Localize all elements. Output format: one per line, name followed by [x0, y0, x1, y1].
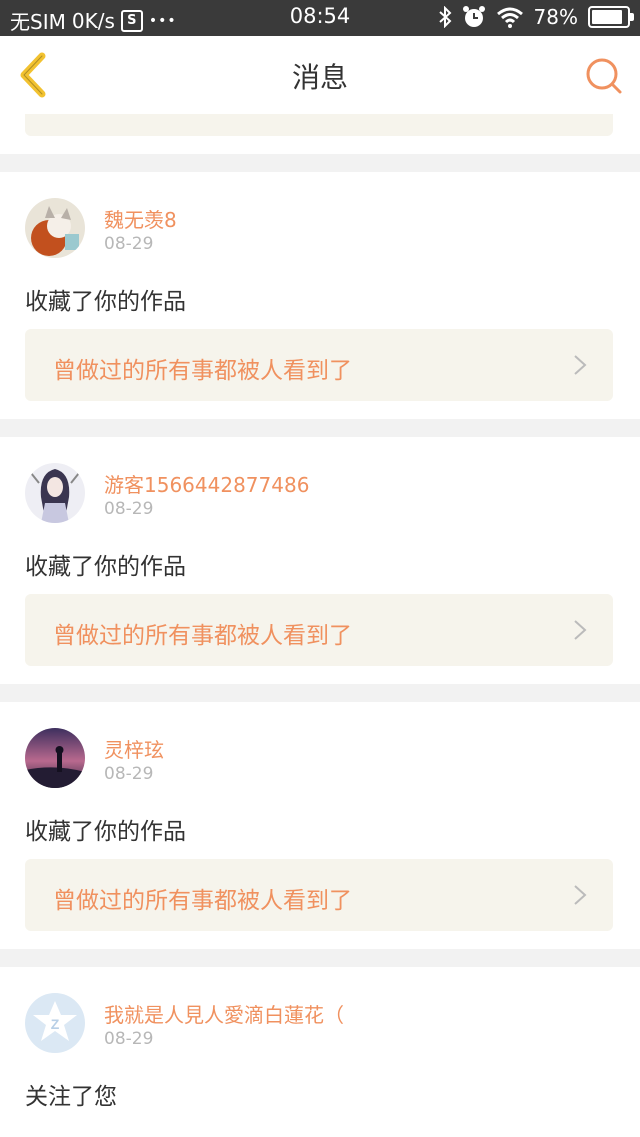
alarm-icon: [462, 6, 485, 27]
chevron-right-icon: [574, 885, 587, 905]
avatar[interactable]: [25, 198, 85, 258]
message-card[interactable]: 魏无羡8 08-29 收藏了你的作品 曾做过的所有事都被人看到了: [0, 172, 640, 419]
message-date: 08-29: [104, 234, 154, 254]
message-date: 08-29: [104, 1029, 154, 1049]
nav-bar: 消息: [0, 36, 640, 115]
work-title: 曾做过的所有事都被人看到了: [53, 358, 352, 384]
status-right: 78%: [438, 5, 634, 29]
avatar[interactable]: [25, 463, 85, 523]
work-title: 曾做过的所有事都被人看到了: [53, 888, 352, 914]
default-avatar[interactable]: Z: [25, 993, 85, 1053]
action-text: 关注了您: [25, 1084, 117, 1110]
work-link[interactable]: 曾做过的所有事都被人看到了: [25, 594, 613, 666]
username[interactable]: 灵梓玹: [104, 734, 164, 763]
message-card[interactable]: Z 我就是人見人愛滴白蓮花（ 08-29 关注了您: [0, 967, 640, 1137]
work-title: 曾做过的所有事都被人看到了: [53, 623, 352, 649]
chevron-right-icon: [574, 355, 587, 375]
message-card[interactable]: 灵梓玹 08-29 收藏了你的作品 曾做过的所有事都被人看到了: [0, 702, 640, 949]
work-link[interactable]: 曾做过的所有事都被人看到了: [25, 329, 613, 401]
bluetooth-icon: [438, 6, 451, 28]
avatar[interactable]: [25, 728, 85, 788]
action-text: 收藏了你的作品: [25, 554, 186, 580]
message-card[interactable]: 游客1566442877486 08-29 收藏了你的作品 曾做过的所有事都被人…: [0, 437, 640, 684]
battery-percent: 78%: [533, 5, 578, 29]
chevron-right-icon: [574, 620, 587, 640]
status-bar: 无SIM 0K/s S ••• 08:54 78%: [0, 0, 640, 36]
username[interactable]: 我就是人見人愛滴白蓮花（: [104, 999, 344, 1028]
work-link[interactable]: 曾做过的所有事都被人看到了: [25, 859, 613, 931]
partial-message-card: [0, 114, 640, 154]
battery-icon: [588, 6, 634, 28]
search-icon[interactable]: [584, 56, 624, 96]
action-text: 收藏了你的作品: [25, 819, 186, 845]
action-text: 收藏了你的作品: [25, 289, 186, 315]
message-date: 08-29: [104, 499, 154, 519]
page-title: 消息: [291, 61, 348, 94]
message-date: 08-29: [104, 764, 154, 784]
wifi-icon: [496, 7, 523, 28]
partial-work-link[interactable]: [25, 114, 613, 136]
username[interactable]: 魏无羡8: [104, 204, 177, 233]
username[interactable]: 游客1566442877486: [104, 469, 309, 498]
svg-text:Z: Z: [51, 1016, 60, 1032]
message-list[interactable]: 魏无羡8 08-29 收藏了你的作品 曾做过的所有事都被人看到了 游客15664…: [0, 114, 640, 1137]
